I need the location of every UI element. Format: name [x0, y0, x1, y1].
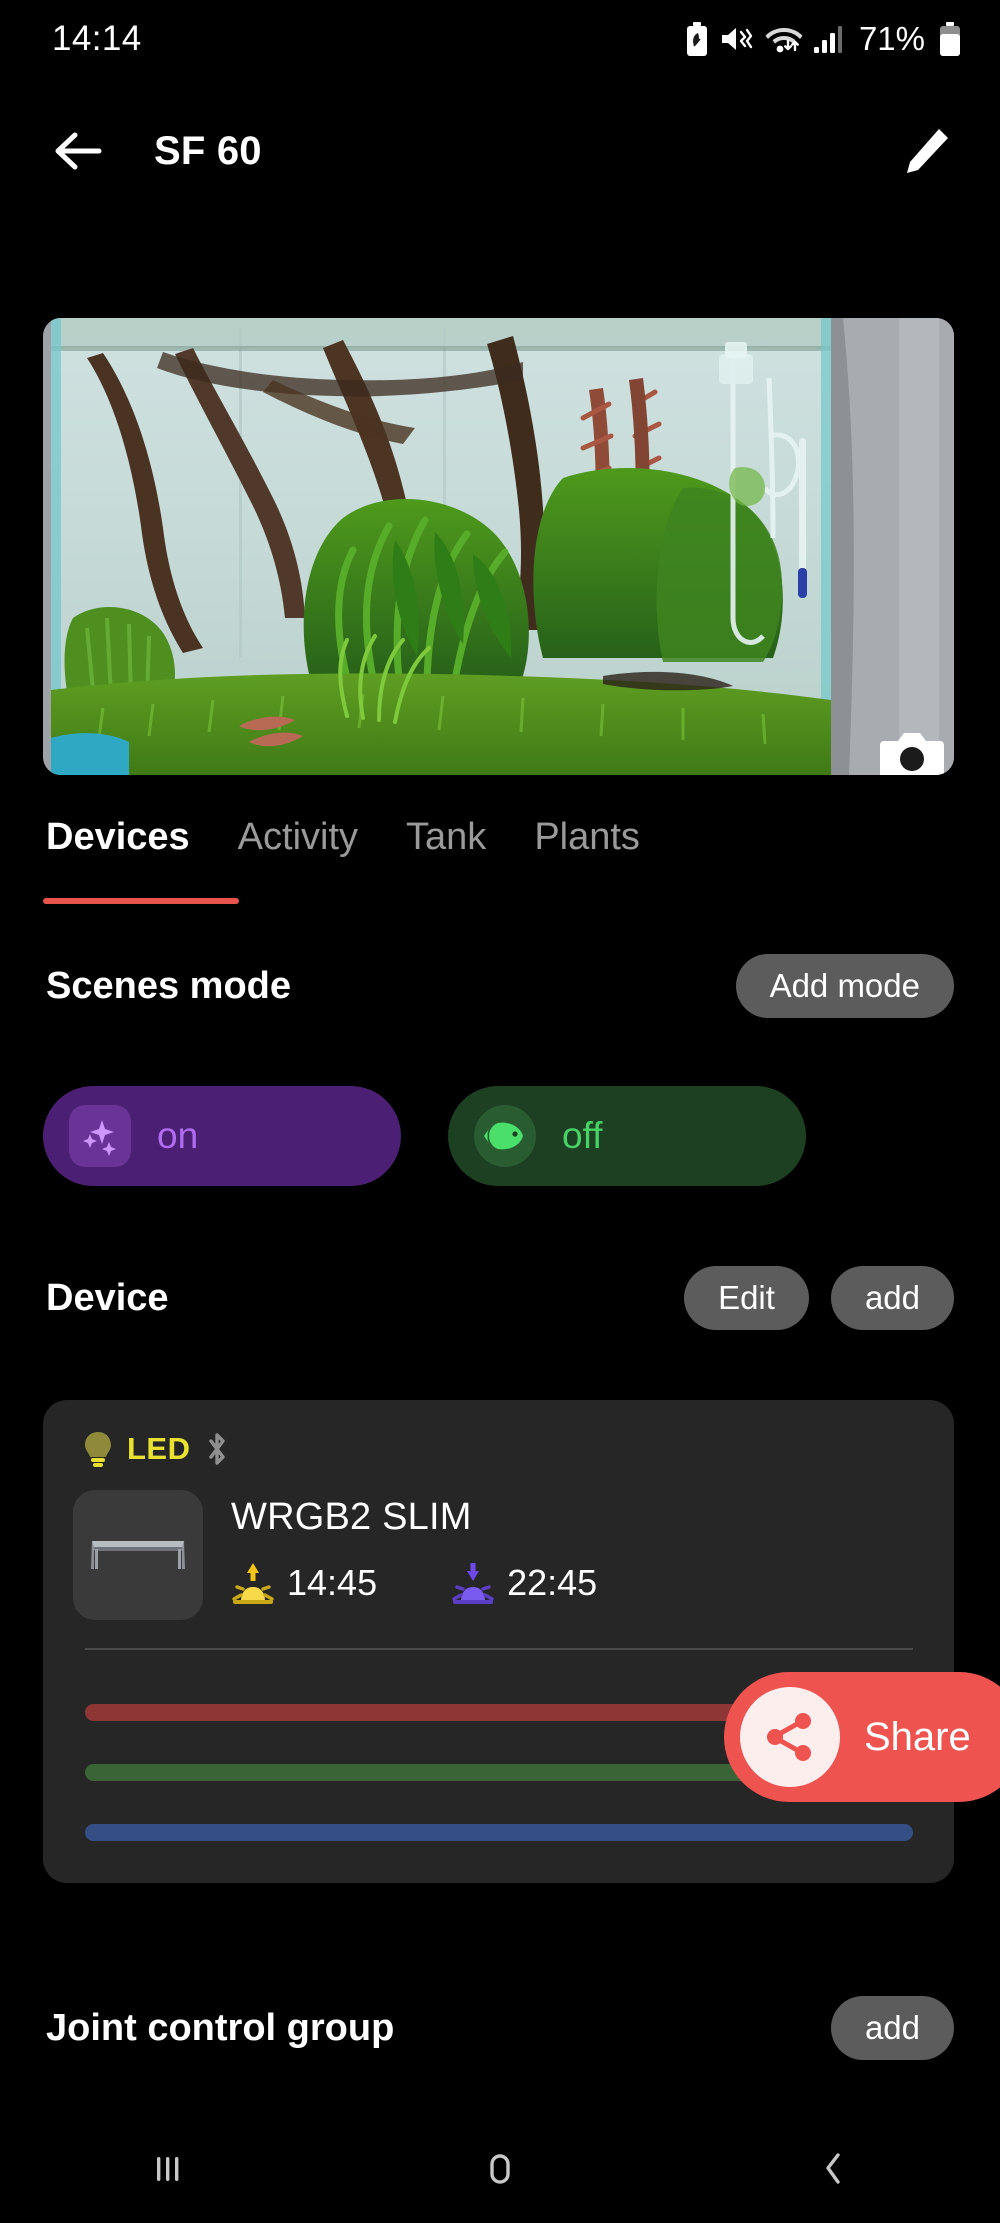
- aquarium-illustration: [43, 318, 954, 775]
- tab-activity[interactable]: Activity: [238, 800, 358, 859]
- led-light-bar-icon: [91, 1541, 185, 1569]
- edit-button[interactable]: [894, 119, 958, 183]
- status-bar-clock: 14:14: [52, 19, 142, 58]
- device-tag-label: LED: [127, 1431, 191, 1466]
- joint-control-group-actions: add: [830, 1995, 954, 2061]
- fish-icon: [484, 1122, 523, 1150]
- scene-mode-on-label: on: [157, 1115, 199, 1156]
- scene-mode-off-label: off: [562, 1115, 603, 1156]
- device-edit-button[interactable]: Edit: [684, 1265, 809, 1331]
- joint-control-group-title: Joint control group: [46, 2006, 395, 2049]
- lightbulb-icon: [85, 1432, 111, 1467]
- sunrise-time: 14:45: [287, 1562, 378, 1603]
- battery-percent-label: 71%: [858, 20, 925, 57]
- slider-blue-channel[interactable]: [85, 1824, 913, 1841]
- battery-saver-icon: [686, 22, 707, 56]
- device-card-divider: [85, 1648, 913, 1650]
- page-title: SF 60: [154, 128, 262, 173]
- cellular-signal-icon: [813, 26, 842, 53]
- nav-back-icon: [826, 2153, 841, 2184]
- status-bar: 14:14 71%: [0, 0, 1000, 78]
- device-section-actions: Edit add: [684, 1265, 954, 1331]
- device-name: WRGB2 SLIM: [231, 1496, 472, 1538]
- system-nav-bar: [0, 2113, 1000, 2223]
- battery-icon: [940, 22, 960, 56]
- scene-mode-list: on off: [43, 1086, 806, 1186]
- sparkles-icon-wrap: [69, 1105, 131, 1167]
- sunrise-time-group: 14:45: [231, 1561, 377, 1605]
- tab-plants[interactable]: Plants: [534, 800, 640, 859]
- share-icon-wrap: [740, 1687, 840, 1787]
- joint-control-group-header: Joint control group add: [0, 1990, 1000, 2066]
- device-section-header: Device Edit add: [0, 1260, 1000, 1336]
- share-button[interactable]: Share: [724, 1672, 1000, 1802]
- sunset-time: 22:45: [507, 1562, 598, 1603]
- nav-back-button[interactable]: [773, 2113, 893, 2223]
- device-info: WRGB2 SLIM 14:45 22:45: [203, 1490, 597, 1620]
- pencil-edit-icon: [907, 129, 948, 173]
- fish-icon-wrap: [474, 1105, 536, 1167]
- nav-home-button[interactable]: [440, 2113, 560, 2223]
- scenes-mode-title: Scenes mode: [46, 964, 291, 1007]
- status-bar-icons: 71%: [685, 20, 962, 58]
- device-card[interactable]: LED WRGB2 SLIM 14:45 22:45: [43, 1400, 954, 1883]
- scenes-mode-actions: Add mode: [735, 953, 954, 1019]
- mute-vibrate-icon: [721, 28, 753, 50]
- device-body: WRGB2 SLIM 14:45 22:45: [43, 1468, 954, 1620]
- bluetooth-icon: [208, 1433, 225, 1465]
- back-button[interactable]: [46, 119, 110, 183]
- tab-tank[interactable]: Tank: [406, 800, 486, 859]
- sunrise-icon: [232, 1563, 274, 1604]
- nav-recents-button[interactable]: [107, 2113, 227, 2223]
- app-bar: SF 60: [0, 96, 1000, 206]
- sunset-time-group: 22:45: [451, 1561, 597, 1605]
- tank-photo[interactable]: [43, 318, 954, 775]
- device-add-button[interactable]: add: [830, 1265, 954, 1331]
- device-schedule: 14:45 22:45: [231, 1561, 597, 1605]
- scene-mode-off[interactable]: off: [448, 1086, 806, 1186]
- home-icon: [490, 2154, 510, 2184]
- tab-active-indicator: [43, 898, 239, 904]
- tab-bar: Devices Activity Tank Plants: [0, 800, 1000, 904]
- device-thumbnail[interactable]: [73, 1490, 203, 1620]
- scene-mode-on[interactable]: on: [43, 1086, 401, 1186]
- device-tag-row: LED: [43, 1400, 954, 1468]
- tab-devices[interactable]: Devices: [46, 800, 190, 859]
- device-section-title: Device: [46, 1276, 169, 1319]
- add-mode-button[interactable]: Add mode: [735, 953, 954, 1019]
- app-screen: 14:14 71% SF 60 Devices Activity Tank Pl…: [0, 0, 1000, 2223]
- camera-icon[interactable]: [878, 729, 946, 775]
- scenes-mode-header: Scenes mode Add mode: [0, 948, 1000, 1024]
- sunset-icon: [452, 1563, 494, 1604]
- joint-control-add-button[interactable]: add: [830, 1995, 954, 2061]
- back-arrow-icon: [55, 132, 102, 170]
- share-icon: [767, 1713, 811, 1761]
- share-label: Share: [864, 1714, 971, 1759]
- wifi-icon: [765, 28, 803, 53]
- sparkles-icon: [83, 1120, 116, 1156]
- recents-icon: [156, 2157, 179, 2181]
